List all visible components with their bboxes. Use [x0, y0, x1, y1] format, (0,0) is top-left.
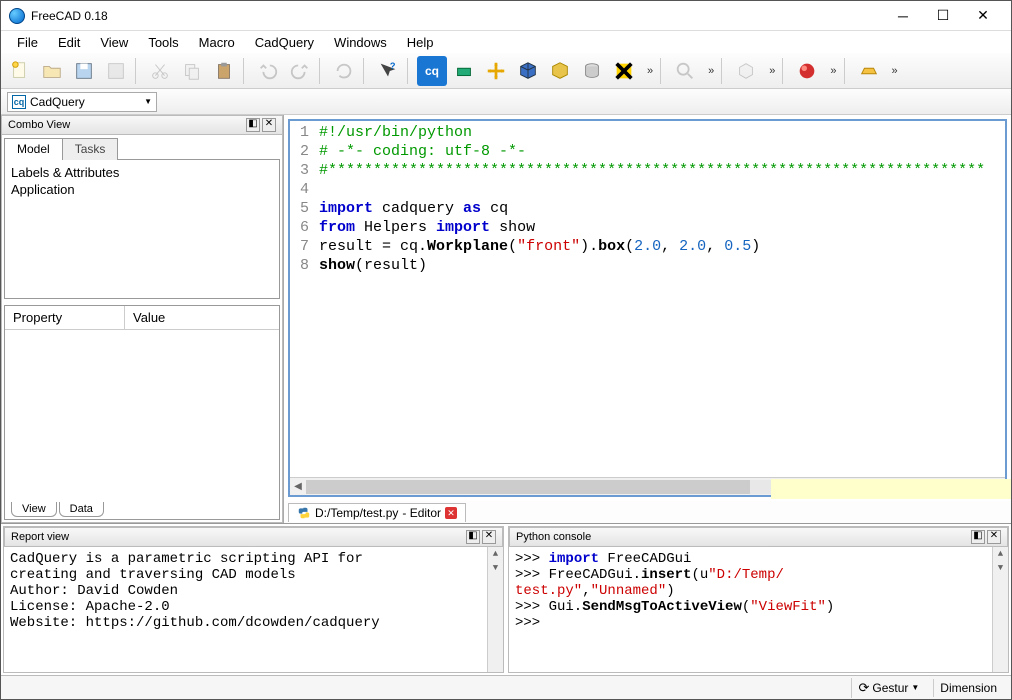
console-float-button[interactable]: ◧ — [971, 530, 985, 544]
titlebar: FreeCAD 0.18 ─ ☐ ✕ — [1, 1, 1011, 31]
workbench-name: CadQuery — [30, 95, 85, 109]
menu-cadquery[interactable]: CadQuery — [245, 33, 324, 52]
tree-header: Labels & Attributes — [11, 164, 273, 181]
menu-edit[interactable]: Edit — [48, 33, 90, 52]
toolbar-overflow-4[interactable]: » — [824, 65, 839, 77]
menu-file[interactable]: File — [7, 33, 48, 52]
refresh-icon[interactable] — [329, 56, 359, 86]
prop-col-property: Property — [5, 306, 125, 329]
console-close-button[interactable]: ✕ — [987, 530, 1001, 544]
app-icon — [9, 8, 25, 24]
report-vscrollbar[interactable]: ▲▼ — [487, 547, 503, 672]
code-editor[interactable]: 12345678 #!/usr/bin/python# -*- coding: … — [290, 121, 1005, 477]
nav-style-button[interactable]: ⟳ Gestur ▼ — [851, 678, 925, 698]
tab-data[interactable]: Data — [59, 502, 104, 517]
open-file-icon[interactable] — [37, 56, 67, 86]
prop-col-value: Value — [125, 306, 173, 329]
editor-tab[interactable]: D:/Temp/test.py - Editor ✕ — [288, 503, 466, 522]
tab-model[interactable]: Model — [4, 138, 63, 160]
python-console-body[interactable]: >>> import FreeCADGui>>> FreeCADGui.inse… — [509, 547, 1008, 672]
part-icon[interactable] — [731, 56, 761, 86]
chip-icon[interactable] — [449, 56, 479, 86]
bottom-panels: Report view◧✕ CadQuery is a parametric s… — [1, 523, 1011, 675]
cq-icon: cq — [12, 95, 26, 109]
tree-root[interactable]: Application — [11, 181, 273, 198]
save-as-icon[interactable] — [101, 56, 131, 86]
property-bottom-tabs: View Data — [5, 500, 279, 519]
panel-float-button[interactable]: ◧ — [246, 118, 260, 132]
whatsthis-icon[interactable]: ? — [373, 56, 403, 86]
menu-windows[interactable]: Windows — [324, 33, 397, 52]
report-float-button[interactable]: ◧ — [466, 530, 480, 544]
svg-text:?: ? — [390, 61, 396, 71]
zoom-icon[interactable] — [670, 56, 700, 86]
highlight-strip — [771, 479, 1011, 499]
dimension-label[interactable]: Dimension — [933, 679, 1003, 697]
toolbar-overflow-2[interactable]: » — [702, 65, 717, 77]
editor-tabbar: D:/Temp/test.py - Editor ✕ — [284, 501, 1011, 523]
dropdown-icon: ▼ — [911, 683, 919, 692]
console-vscrollbar[interactable]: ▲▼ — [992, 547, 1008, 672]
redo-icon[interactable] — [285, 56, 315, 86]
move-icon[interactable] — [481, 56, 511, 86]
menu-tools[interactable]: Tools — [138, 33, 188, 52]
cube-yellow-icon[interactable] — [545, 56, 575, 86]
editor-panel: 12345678 #!/usr/bin/python# -*- coding: … — [288, 119, 1007, 497]
main-body: Combo View ◧ ✕ Model Tasks Labels & Attr… — [1, 115, 1011, 523]
hazard-icon[interactable] — [609, 56, 639, 86]
new-file-icon[interactable] — [5, 56, 35, 86]
dropdown-icon: ▼ — [144, 97, 152, 106]
menu-help[interactable]: Help — [397, 33, 444, 52]
toolbar-overflow[interactable]: » — [641, 65, 656, 77]
left-pane: Combo View ◧ ✕ Model Tasks Labels & Attr… — [1, 115, 284, 523]
python-icon — [297, 506, 311, 520]
menubar: FileEditViewToolsMacroCadQueryWindowsHel… — [1, 31, 1011, 53]
workbench-selector[interactable]: cq CadQuery ▼ — [7, 92, 157, 112]
menu-view[interactable]: View — [90, 33, 138, 52]
cq-logo-icon[interactable]: cq — [417, 56, 447, 86]
python-console-panel: Python console◧✕ >>> import FreeCADGui>>… — [508, 526, 1009, 673]
cylinder-icon[interactable] — [577, 56, 607, 86]
red-sphere-icon[interactable] — [792, 56, 822, 86]
tab-tasks[interactable]: Tasks — [62, 138, 119, 160]
cube-blue-icon[interactable] — [513, 56, 543, 86]
code-area[interactable]: #!/usr/bin/python# -*- coding: utf-8 -*-… — [315, 121, 989, 477]
undo-icon[interactable] — [253, 56, 283, 86]
combo-view-body: Model Tasks Labels & Attributes Applicat… — [1, 135, 283, 523]
copy-icon[interactable] — [177, 56, 207, 86]
cut-icon[interactable] — [145, 56, 175, 86]
minimize-button[interactable]: ─ — [883, 2, 923, 30]
save-icon[interactable] — [69, 56, 99, 86]
property-view: Property Value View Data — [4, 305, 280, 520]
report-view-body[interactable]: CadQuery is a parametric scripting API f… — [4, 547, 503, 672]
reload-icon: ⟳ — [858, 680, 869, 696]
toolbar-overflow-3[interactable]: » — [763, 65, 778, 77]
combo-view-title: Combo View ◧ ✕ — [1, 115, 283, 135]
editor-tab-filename: D:/Temp/test.py — [315, 506, 398, 520]
menu-macro[interactable]: Macro — [189, 33, 245, 52]
window-title: FreeCAD 0.18 — [31, 9, 883, 23]
combo-tabs: Model Tasks — [4, 137, 280, 159]
right-pane: 12345678 #!/usr/bin/python# -*- coding: … — [284, 115, 1011, 523]
maximize-button[interactable]: ☐ — [923, 2, 963, 30]
statusbar: ⟳ Gestur ▼ Dimension — [1, 675, 1011, 699]
tree-view[interactable]: Labels & Attributes Application — [4, 159, 280, 299]
report-close-button[interactable]: ✕ — [482, 530, 496, 544]
workbench-toolbar: cq CadQuery ▼ — [1, 89, 1011, 115]
main-toolbar: ? cq » » » » » — [1, 53, 1011, 89]
panel-close-button[interactable]: ✕ — [262, 118, 276, 132]
report-view-panel: Report view◧✕ CadQuery is a parametric s… — [3, 526, 504, 673]
close-tab-icon[interactable]: ✕ — [445, 507, 457, 519]
toolbar-overflow-5[interactable]: » — [886, 65, 901, 77]
paste-icon[interactable] — [209, 56, 239, 86]
tab-view[interactable]: View — [11, 502, 57, 517]
line-gutter: 12345678 — [290, 121, 315, 477]
gold-bar-icon[interactable] — [854, 56, 884, 86]
close-button[interactable]: ✕ — [963, 2, 1003, 30]
